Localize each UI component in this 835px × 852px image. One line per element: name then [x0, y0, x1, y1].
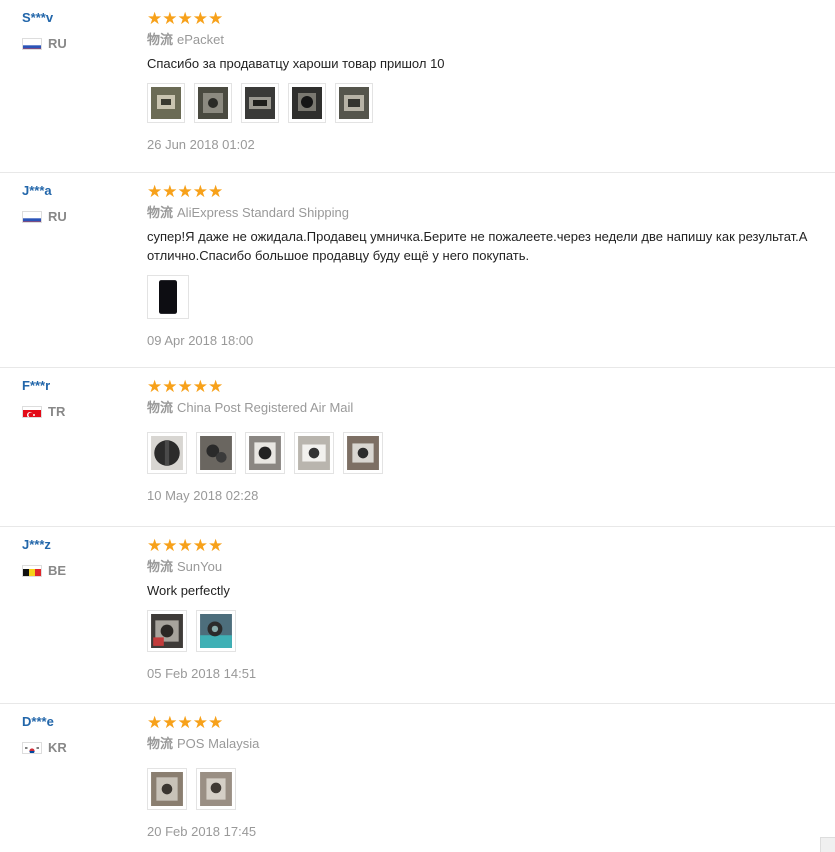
shipping-label: 物流	[147, 32, 174, 47]
review-photo-thumbnail[interactable]	[147, 275, 189, 319]
shipping-label: 物流	[147, 736, 174, 751]
reviewer-country: RU	[22, 209, 67, 224]
review-content: ★★★★★ 物流 AliExpress Standard Shipping суп…	[147, 183, 835, 348]
rating-stars: ★★★★★	[147, 182, 224, 201]
review-text-line: отлично.Спасибо большое продавцу буду ещ…	[147, 248, 530, 263]
country-code: TR	[48, 404, 66, 419]
review-photo-thumbnail[interactable]	[343, 432, 383, 474]
review-photo-thumbnail[interactable]	[194, 83, 232, 123]
shipping-label: 物流	[147, 400, 174, 415]
review-content: ★★★★★ 物流 ePacket Спасибо за продаватцу ха…	[147, 10, 835, 152]
review-content: ★★★★★ 物流 SunYou Work perfectly 05 Feb 201…	[147, 537, 835, 681]
review-text: Work perfectly	[147, 583, 230, 598]
reviewer-info: J***z BE	[22, 537, 66, 578]
rating-stars: ★★★★★	[147, 713, 224, 732]
shipping-name: AliExpress Standard Shipping	[177, 205, 350, 220]
review-date: 26 Jun 2018 01:02	[147, 137, 255, 152]
review-item: J***z BE ★★★★★ 物流 SunYou Work perfectly 0…	[0, 527, 835, 704]
reviewer-info: F***r TR	[22, 378, 65, 419]
country-code: BE	[48, 563, 67, 578]
turkey-flag-icon	[22, 405, 42, 418]
shipping-name: China Post Registered Air Mail	[177, 400, 354, 415]
scrollbar-corner	[820, 837, 835, 852]
review-photo-thumbnail[interactable]	[196, 768, 236, 810]
rating-stars: ★★★★★	[147, 9, 224, 28]
review-photo-thumbnail[interactable]	[294, 432, 334, 474]
review-photos	[147, 768, 835, 810]
rating-stars: ★★★★★	[147, 377, 224, 396]
reviewer-name[interactable]: S***v	[22, 10, 67, 26]
russia-flag-icon	[22, 37, 42, 50]
reviewer-country: RU	[22, 36, 67, 51]
country-code: RU	[48, 209, 67, 224]
reviewer-country: BE	[22, 563, 66, 578]
review-date: 09 Apr 2018 18:00	[147, 333, 254, 348]
reviewer-name[interactable]: F***r	[22, 378, 65, 394]
country-code: KR	[48, 740, 67, 755]
review-photos	[147, 432, 835, 474]
shipping-method: 物流 China Post Registered Air Mail	[147, 400, 835, 416]
review-photo-thumbnail[interactable]	[147, 768, 187, 810]
reviewer-info: D***e KR	[22, 714, 67, 755]
reviewer-name[interactable]: J***z	[22, 537, 66, 553]
review-item: D***e KR ★★★★★ 物流 POS Malaysia 20 Feb 201…	[0, 704, 835, 852]
review-item: F***r TR ★★★★★ 物流 China Post Registered A…	[0, 368, 835, 527]
shipping-method: 物流 ePacket	[147, 32, 835, 48]
review-item: J***a RU ★★★★★ 物流 AliExpress Standard Shi…	[0, 173, 835, 368]
review-photo-thumbnail[interactable]	[335, 83, 373, 123]
reviewer-country: TR	[22, 404, 65, 419]
review-text: Спасибо за продаватцу хароши товар пришо…	[147, 56, 445, 71]
country-code: RU	[48, 36, 67, 51]
review-photo-thumbnail[interactable]	[147, 83, 185, 123]
reviewer-info: S***v RU	[22, 10, 67, 51]
review-photo-thumbnail[interactable]	[147, 610, 187, 652]
review-date: 20 Feb 2018 17:45	[147, 824, 257, 839]
reviewer-name[interactable]: D***e	[22, 714, 67, 730]
review-item: S***v RU ★★★★★ 物流 ePacket Спасибо за прод…	[0, 0, 835, 173]
review-photo-thumbnail[interactable]	[196, 610, 236, 652]
shipping-name: ePacket	[177, 32, 224, 47]
reviewer-name[interactable]: J***a	[22, 183, 67, 199]
shipping-name: SunYou	[177, 559, 223, 574]
shipping-method: 物流 AliExpress Standard Shipping	[147, 205, 835, 221]
review-photos	[147, 275, 835, 319]
review-date: 05 Feb 2018 14:51	[147, 666, 257, 681]
review-photos	[147, 610, 835, 652]
south-korea-flag-icon	[22, 741, 42, 754]
review-photos	[147, 83, 835, 123]
review-photo-thumbnail[interactable]	[288, 83, 326, 123]
review-content: ★★★★★ 物流 POS Malaysia 20 Feb 2018 17:45	[147, 714, 835, 839]
shipping-label: 物流	[147, 559, 174, 574]
review-photo-thumbnail[interactable]	[241, 83, 279, 123]
russia-flag-icon	[22, 210, 42, 223]
reviewer-country: KR	[22, 740, 67, 755]
review-photo-thumbnail[interactable]	[196, 432, 236, 474]
rating-stars: ★★★★★	[147, 536, 224, 555]
review-text-line: супер!Я даже не ожидала.Продавец умничка…	[147, 229, 808, 244]
shipping-label: 物流	[147, 205, 174, 220]
review-photo-thumbnail[interactable]	[245, 432, 285, 474]
review-photo-thumbnail[interactable]	[147, 432, 187, 474]
review-date: 10 May 2018 02:28	[147, 488, 259, 503]
shipping-method: 物流 POS Malaysia	[147, 736, 835, 752]
belgium-flag-icon	[22, 564, 42, 577]
review-text: супер!Я даже не ожидала.Продавец умничка…	[147, 227, 835, 265]
review-content: ★★★★★ 物流 China Post Registered Air Mail 1…	[147, 378, 835, 503]
shipping-method: 物流 SunYou	[147, 559, 835, 575]
reviewer-info: J***a RU	[22, 183, 67, 224]
shipping-name: POS Malaysia	[177, 736, 260, 751]
